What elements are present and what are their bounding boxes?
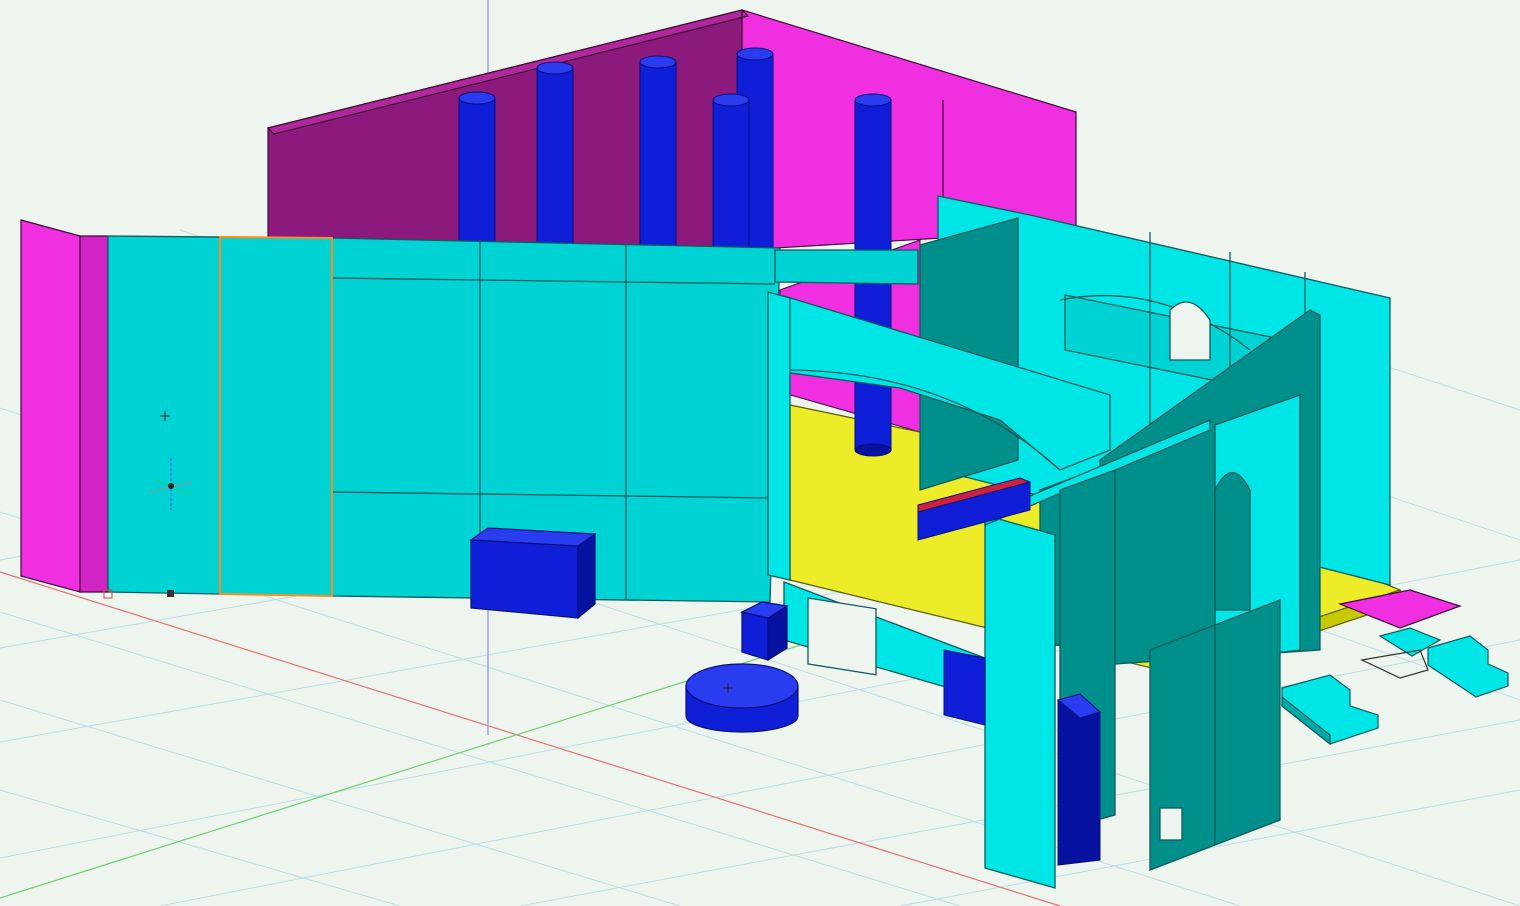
column-2[interactable]	[536, 61, 574, 249]
y-axis	[0, 619, 881, 899]
blue-box-large[interactable]	[469, 527, 597, 620]
column-3[interactable]	[639, 55, 677, 249]
scene-canvas[interactable]	[0, 0, 1520, 906]
blue-cube-small[interactable]	[740, 601, 789, 662]
column-5[interactable]	[712, 93, 750, 249]
x-axis	[0, 571, 1061, 906]
blue-cylinder-disk[interactable]	[685, 663, 799, 733]
3d-viewport[interactable]	[0, 0, 1520, 906]
column-1[interactable]	[458, 91, 496, 249]
left-end-panel[interactable]	[20, 219, 109, 593]
